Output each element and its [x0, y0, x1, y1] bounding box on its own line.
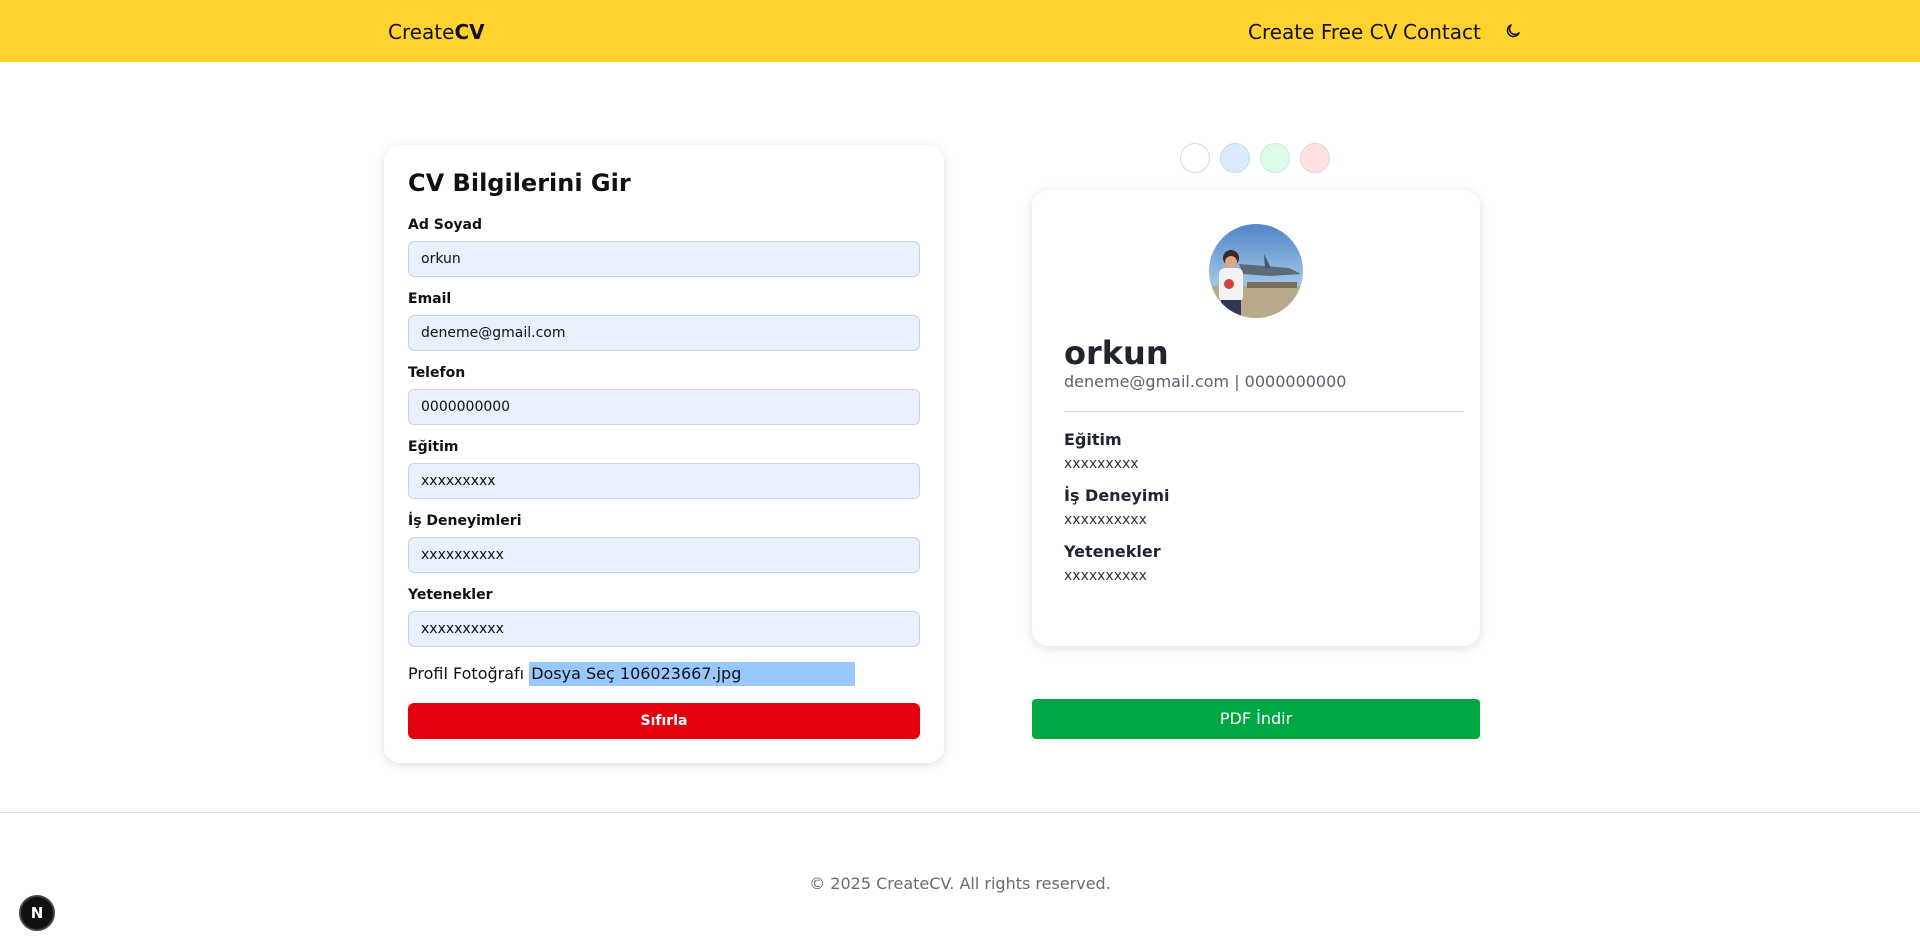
- top-navbar: CreateCV Create Free CV Contact: [0, 0, 1920, 62]
- phone-input[interactable]: 0000000000: [408, 389, 920, 425]
- name-input[interactable]: orkun: [408, 241, 920, 277]
- cv-education-value: xxxxxxxxx: [1064, 456, 1139, 472]
- cv-form-card: CV Bilgilerini Gir Ad Soyad orkun Email …: [384, 145, 944, 763]
- reset-button[interactable]: Sıfırla: [408, 703, 920, 739]
- cv-preview-card: orkun deneme@gmail.com | 0000000000 Eğit…: [1032, 190, 1480, 646]
- profile-avatar: [1209, 224, 1303, 318]
- swatch-red[interactable]: [1300, 143, 1330, 173]
- skills-input[interactable]: xxxxxxxxxx: [408, 611, 920, 647]
- cv-divider: [1064, 411, 1464, 412]
- pdf-download-button[interactable]: PDF İndir: [1032, 699, 1480, 739]
- nav-create-free-cv[interactable]: Create Free CV: [1248, 20, 1397, 44]
- cv-experience-value: xxxxxxxxxx: [1064, 512, 1147, 528]
- avatar-photo: [1209, 224, 1303, 318]
- education-input[interactable]: xxxxxxxxx: [408, 463, 920, 499]
- file-choose-button[interactable]: Dosya Seç: [531, 664, 615, 683]
- file-name: 106023667.jpg: [619, 664, 742, 683]
- footer-divider: [0, 812, 1920, 813]
- cv-experience-title: İş Deneyimi: [1064, 486, 1170, 505]
- brand-prefix: Create: [388, 20, 455, 44]
- photo-label: Profil Fotoğrafı: [408, 664, 525, 683]
- photo-file-input[interactable]: Dosya Seç 106023667.jpg: [529, 662, 856, 686]
- photo-upload-row: Profil Fotoğrafı Dosya Seç 106023667.jpg: [408, 662, 856, 686]
- cv-skills-value: xxxxxxxxxx: [1064, 568, 1147, 584]
- moon-icon[interactable]: [1504, 22, 1522, 40]
- email-input[interactable]: deneme@gmail.com: [408, 315, 920, 351]
- nextjs-dev-badge[interactable]: N: [19, 895, 55, 931]
- swatch-blue[interactable]: [1220, 143, 1250, 173]
- swatch-green[interactable]: [1260, 143, 1290, 173]
- footer-copyright: © 2025 CreateCV. All rights reserved.: [809, 874, 1111, 893]
- brand-bold: CV: [454, 20, 485, 44]
- cv-education-title: Eğitim: [1064, 430, 1122, 449]
- swatch-white[interactable]: [1180, 143, 1210, 173]
- experience-label: İş Deneyimleri: [408, 513, 522, 529]
- education-label: Eğitim: [408, 439, 459, 455]
- cv-skills-title: Yetenekler: [1064, 542, 1161, 561]
- email-label: Email: [408, 291, 452, 307]
- experience-input[interactable]: xxxxxxxxxx: [408, 537, 920, 573]
- cv-contact: deneme@gmail.com | 0000000000: [1064, 372, 1347, 391]
- cv-name: orkun: [1064, 334, 1169, 372]
- skills-label: Yetenekler: [408, 587, 493, 603]
- brand-logo[interactable]: CreateCV: [388, 20, 485, 44]
- phone-label: Telefon: [408, 365, 466, 381]
- name-label: Ad Soyad: [408, 217, 483, 233]
- form-title: CV Bilgilerini Gir: [408, 169, 631, 197]
- nav-contact[interactable]: Contact: [1403, 20, 1481, 44]
